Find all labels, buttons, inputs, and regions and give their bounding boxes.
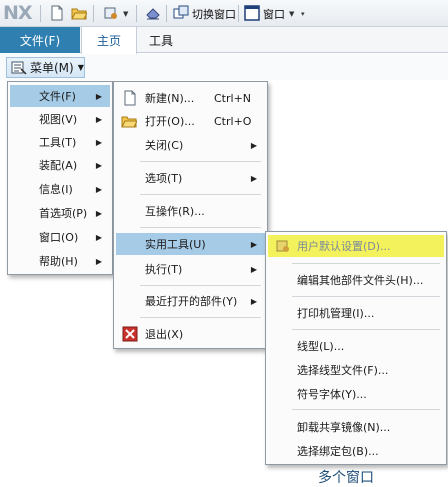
open-folder-icon[interactable]: [71, 5, 87, 21]
menu-separator: [140, 161, 261, 162]
submenu-arrow-icon: ▶: [95, 232, 102, 242]
multi-window-label: 多个窗口: [318, 470, 374, 486]
menu-item-edit-part-header[interactable]: 编辑其他部件文件头(H)...: [268, 269, 444, 291]
user-settings-icon[interactable]: [103, 5, 119, 21]
menu-item-utilities[interactable]: 实用工具(U) ▶: [116, 233, 265, 255]
window-menu-label[interactable]: 窗口: [263, 6, 285, 22]
menu-item-assembly[interactable]: 装配(A) ▶: [10, 154, 110, 176]
toolbar-divider: [136, 5, 137, 22]
menu-separator: [140, 194, 261, 195]
submenu-arrow-icon: ▶: [95, 91, 102, 101]
switch-window-label[interactable]: 切换窗口: [192, 6, 236, 22]
submenu-arrow-icon: ▶: [95, 208, 102, 218]
menu-item-close[interactable]: 关闭(C) ▶: [116, 134, 265, 156]
menu-separator: [292, 263, 440, 264]
menu-item-execute[interactable]: 执行(T) ▶: [116, 258, 265, 280]
toolbar-divider: [40, 5, 41, 22]
user-defaults-icon: [276, 240, 289, 252]
toolbar-divider: [166, 5, 167, 22]
submenu-arrow-icon: ▶: [95, 256, 102, 266]
exit-icon: [122, 326, 138, 342]
toolbar-divider: [238, 5, 239, 22]
quick-access-toolbar: NX ▼ 切换窗口 窗口 ▼ ▾: [0, 0, 448, 27]
utilities-submenu: 用户默认设置(D)... 编辑其他部件文件头(H)... 打印机管理(I)...…: [265, 231, 447, 465]
submenu-arrow-icon: ▶: [250, 296, 257, 306]
menu-item-recent-parts[interactable]: 最近打开的部件(Y) ▶: [116, 290, 265, 312]
menu-item-options[interactable]: 选项(T) ▶: [116, 167, 265, 189]
command-bar: 菜单(M) ▼: [0, 54, 448, 80]
file-tab[interactable]: 文件(F): [0, 27, 80, 53]
menu-separator: [292, 296, 440, 297]
file-submenu: 新建(N)... Ctrl+N 打开(O)... Ctrl+O 关闭(C) ▶ …: [113, 81, 268, 349]
menu-item-printer-management[interactable]: 打印机管理(I)...: [268, 302, 444, 324]
menu-item-unload-shared-image[interactable]: 卸载共享镜像(N)...: [268, 416, 444, 438]
new-file-icon: [124, 90, 136, 106]
submenu-arrow-icon: ▶: [250, 140, 257, 150]
ribbon-tab-bar: 文件(F) 主页 工具: [0, 27, 448, 54]
submenu-arrow-icon: ▶: [95, 137, 102, 147]
menu-item-info[interactable]: 信息(I) ▶: [10, 178, 110, 200]
open-folder-icon: [121, 116, 137, 128]
menu-item-user-defaults[interactable]: 用户默认设置(D)...: [268, 235, 444, 257]
tab-home[interactable]: 主页: [81, 27, 137, 54]
menu-button-label: 菜单(M): [30, 61, 74, 75]
menu-separator: [292, 329, 440, 330]
menu-item-select-binding-package[interactable]: 选择绑定包(B)...: [268, 440, 444, 462]
menu-item-help[interactable]: 帮助(H) ▶: [10, 250, 110, 272]
menu-separator: [140, 285, 261, 286]
tab-tools[interactable]: 工具: [138, 27, 184, 53]
submenu-arrow-icon: ▶: [95, 114, 102, 124]
nx-logo: NX: [3, 2, 33, 24]
menu-item-exit[interactable]: 退出(X): [116, 323, 265, 345]
eraser-icon[interactable]: [145, 5, 161, 21]
menu-item-select-linetype-file[interactable]: 选择线型文件(F)...: [268, 359, 444, 381]
menu-dropdown-icon: ▼: [77, 63, 84, 72]
submenu-arrow-icon: ▶: [250, 173, 257, 183]
menu-icon: [11, 61, 27, 75]
menu-separator: [292, 409, 440, 410]
menu-separator: [140, 317, 261, 318]
menu-separator: [140, 227, 261, 228]
submenu-arrow-icon: ▶: [95, 184, 102, 194]
menu-item-linetype[interactable]: 线型(L)...: [268, 335, 444, 357]
toolbar-divider: [93, 5, 94, 22]
customize-toolbar-icon[interactable]: ▾: [301, 10, 305, 18]
menu-item-preferences[interactable]: 首选项(P) ▶: [10, 202, 110, 224]
menu-button[interactable]: 菜单(M) ▼: [6, 57, 85, 78]
menu-item-open[interactable]: 打开(O)... Ctrl+O: [116, 110, 265, 132]
dropdown-arrow-icon[interactable]: ▼: [123, 10, 128, 18]
window-icon[interactable]: [244, 5, 260, 21]
menu-item-symbol-font[interactable]: 符号字体(Y)...: [268, 383, 444, 405]
new-file-icon[interactable]: [49, 5, 65, 21]
submenu-arrow-icon: ▶: [95, 160, 102, 170]
main-menu: 文件(F) ▶ 视图(V) ▶ 工具(T) ▶ 装配(A) ▶ 信息(I) ▶ …: [7, 81, 113, 275]
menu-item-new[interactable]: 新建(N)... Ctrl+N: [116, 87, 265, 109]
menu-item-view[interactable]: 视图(V) ▶: [10, 108, 110, 130]
window-dropdown-icon[interactable]: ▼: [289, 10, 294, 18]
submenu-arrow-icon: ▶: [250, 264, 257, 274]
menu-item-interop[interactable]: 互操作(R)...: [116, 200, 265, 222]
menu-item-window[interactable]: 窗口(O) ▶: [10, 226, 110, 248]
switch-window-icon[interactable]: [173, 5, 189, 21]
submenu-arrow-icon: ▶: [250, 239, 257, 249]
menu-item-file[interactable]: 文件(F) ▶: [10, 85, 110, 107]
menu-item-tools[interactable]: 工具(T) ▶: [10, 131, 110, 153]
